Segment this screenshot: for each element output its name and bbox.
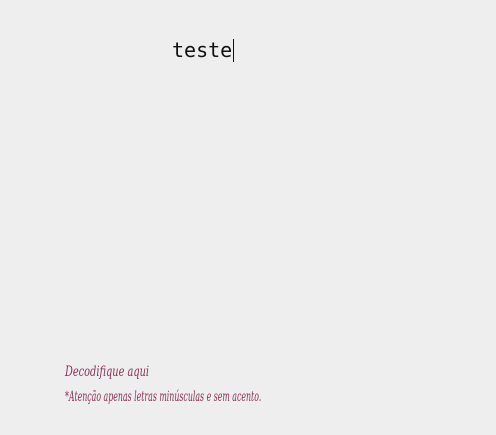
decode-here-label: Decodifique aqui — [65, 364, 150, 380]
lowercase-hint-text: *Atenção apenas letras minúsculas e sem … — [65, 389, 262, 405]
text-caret — [233, 39, 235, 62]
decode-text-area[interactable]: teste — [60, 20, 480, 320]
typed-text: teste — [172, 37, 235, 63]
typed-text-value: teste — [172, 38, 233, 62]
